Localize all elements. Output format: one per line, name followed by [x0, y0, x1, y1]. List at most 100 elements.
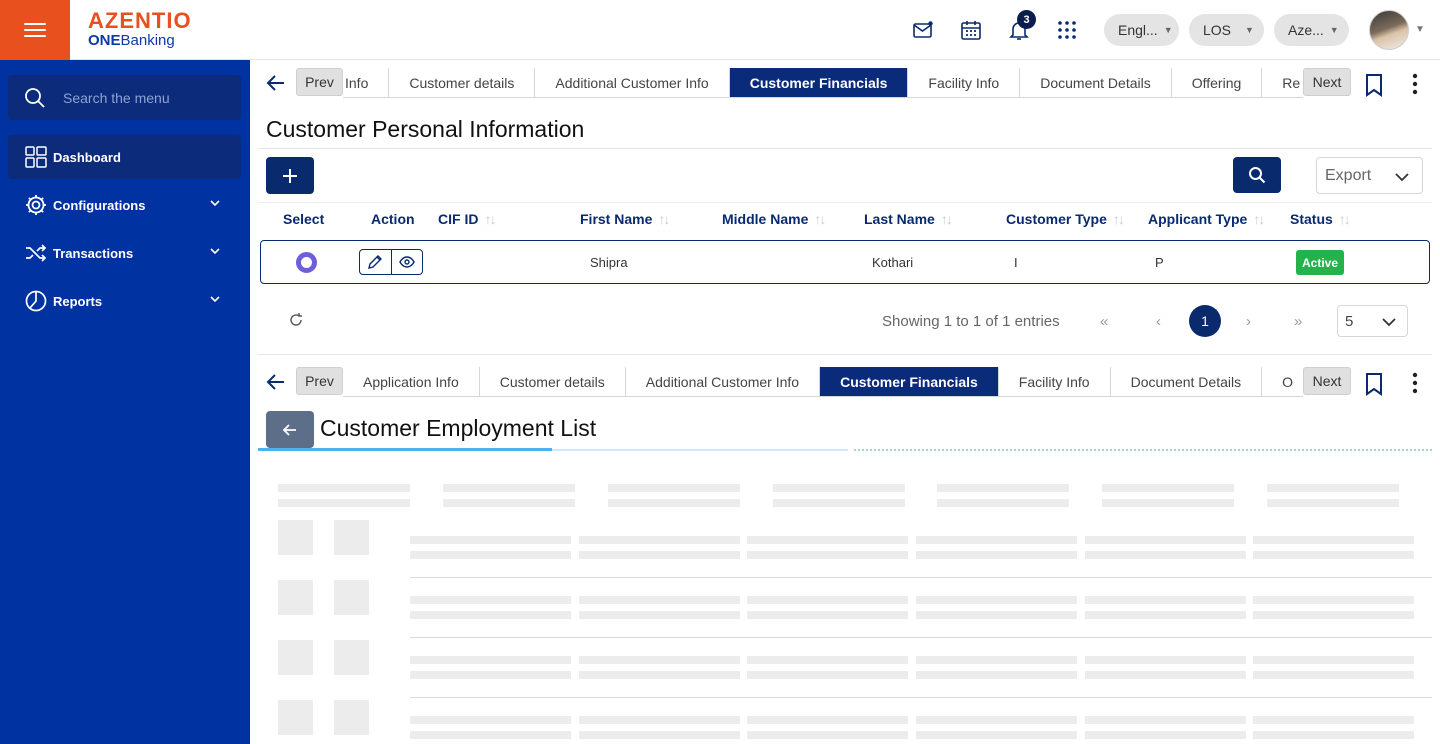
row-actions — [359, 249, 423, 275]
step-tab-bar-top: Prev Info Customer details Additional Cu… — [258, 63, 1440, 103]
tab-customer-financials[interactable]: Customer Financials — [820, 367, 999, 396]
tabs-prev-button[interactable]: Prev — [296, 367, 343, 395]
tab-offering[interactable]: O — [1262, 367, 1303, 396]
table-row[interactable]: Shipra Kothari I P Active — [260, 240, 1430, 284]
entity-select[interactable]: Aze... ▼ — [1274, 14, 1349, 46]
progress-track — [552, 449, 848, 451]
caret-down-icon: ▼ — [1329, 25, 1339, 35]
last-page-button[interactable]: » — [1294, 313, 1302, 330]
tab-document-details[interactable]: Document Details — [1020, 68, 1172, 97]
skeleton-block — [747, 596, 908, 604]
tab-info[interactable]: Info — [343, 68, 390, 97]
column-header-cif-id[interactable]: CIF ID ↑↓ — [438, 211, 496, 227]
tabs-top: Info Customer details Additional Custome… — [343, 68, 1303, 98]
pencil-icon — [368, 255, 383, 269]
sort-icon[interactable]: ↑↓ — [1339, 211, 1351, 227]
skeleton-block — [278, 580, 313, 615]
more-options-icon[interactable] — [1412, 372, 1418, 394]
sort-icon[interactable]: ↑↓ — [814, 211, 826, 227]
page-size-select[interactable]: 5 — [1337, 305, 1408, 337]
caret-down-icon: ▼ — [1163, 25, 1173, 35]
current-page-button[interactable]: 1 — [1189, 305, 1221, 337]
column-header-applicant-type[interactable]: Applicant Type ↑↓ — [1148, 211, 1265, 227]
tab-application-info[interactable]: Application Info — [343, 367, 480, 396]
skeleton-block — [916, 731, 1077, 739]
tabs-prev-button[interactable]: Prev — [296, 68, 343, 96]
hamburger-menu-button[interactable] — [0, 0, 70, 60]
more-options-icon[interactable] — [1412, 73, 1418, 95]
sidebar-item-label: Transactions — [53, 245, 134, 261]
tab-customer-details[interactable]: Customer details — [389, 68, 536, 97]
tabs-next-button[interactable]: Next — [1303, 367, 1351, 395]
skeleton-block — [1253, 536, 1414, 544]
skeleton-block — [1085, 596, 1246, 604]
tab-re[interactable]: Re — [1262, 68, 1303, 97]
sort-icon[interactable]: ↑↓ — [484, 211, 496, 227]
sidebar-item-configurations[interactable]: Configurations — [8, 183, 241, 227]
azentio-logo[interactable]: AZENTIO ONEBanking — [88, 8, 192, 49]
mail-icon[interactable] — [911, 18, 935, 42]
step-tab-bar-bottom: Prev Application Info Customer details A… — [258, 362, 1440, 402]
export-select[interactable]: Export — [1316, 157, 1423, 194]
skeleton-divider — [410, 577, 1432, 578]
hamburger-icon — [24, 21, 46, 39]
edit-button[interactable] — [360, 250, 391, 274]
table-search-button[interactable] — [1233, 157, 1281, 193]
arrow-left-icon — [282, 423, 296, 436]
pie-chart-icon — [25, 290, 47, 312]
column-header-first-name[interactable]: First Name ↑↓ — [580, 211, 670, 227]
prev-page-button[interactable]: ‹ — [1156, 313, 1161, 330]
tab-customer-details[interactable]: Customer details — [480, 367, 626, 396]
column-header-customer-type[interactable]: Customer Type ↑↓ — [1006, 211, 1125, 227]
tab-additional-customer-info[interactable]: Additional Customer Info — [626, 367, 821, 396]
first-page-button[interactable]: « — [1100, 313, 1108, 330]
apps-grid-icon[interactable] — [1055, 18, 1079, 42]
skeleton-block — [1085, 671, 1246, 679]
refresh-icon[interactable] — [288, 312, 304, 328]
tab-facility-info[interactable]: Facility Info — [999, 367, 1111, 396]
column-header-last-name[interactable]: Last Name ↑↓ — [864, 211, 953, 227]
sort-icon[interactable]: ↑↓ — [658, 211, 670, 227]
skeleton-block — [1253, 596, 1414, 604]
view-button[interactable] — [390, 250, 422, 274]
search-icon — [1249, 167, 1266, 184]
back-arrow-icon[interactable] — [264, 71, 288, 95]
tab-customer-financials[interactable]: Customer Financials — [729, 68, 909, 97]
row-select-radio[interactable] — [296, 252, 317, 273]
tab-additional-customer-info[interactable]: Additional Customer Info — [535, 68, 730, 97]
bookmark-icon[interactable] — [1364, 73, 1384, 97]
tab-offering[interactable]: Offering — [1172, 68, 1263, 97]
page-size-value: 5 — [1345, 313, 1354, 330]
sidebar-item-dashboard[interactable]: Dashboard — [8, 135, 241, 179]
skeleton-block — [278, 484, 410, 492]
next-page-button[interactable]: › — [1246, 313, 1251, 330]
tab-document-details[interactable]: Document Details — [1111, 367, 1263, 396]
bookmark-icon[interactable] — [1364, 372, 1384, 396]
sort-icon[interactable]: ↑↓ — [1253, 211, 1265, 227]
skeleton-block — [916, 596, 1077, 604]
caret-down-icon[interactable]: ▼ — [1415, 24, 1425, 35]
module-select[interactable]: LOS ▼ — [1189, 14, 1264, 46]
tab-facility-info[interactable]: Facility Info — [908, 68, 1021, 97]
menu-search-input[interactable]: Search the menu — [8, 75, 241, 120]
column-header-status[interactable]: Status ↑↓ — [1290, 211, 1351, 227]
column-header-middle-name[interactable]: Middle Name ↑↓ — [722, 211, 826, 227]
skeleton-block — [1253, 716, 1414, 724]
skeleton-block — [608, 499, 740, 507]
back-arrow-icon[interactable] — [264, 370, 288, 394]
calendar-icon[interactable] — [959, 18, 983, 42]
tabs-next-button[interactable]: Next — [1303, 68, 1351, 96]
skeleton-block — [1267, 499, 1399, 507]
skeleton-block — [1253, 671, 1414, 679]
sort-icon[interactable]: ↑↓ — [941, 211, 953, 227]
sidebar-item-transactions[interactable]: Transactions — [8, 231, 241, 275]
add-button[interactable] — [266, 157, 314, 194]
employment-back-button[interactable] — [266, 411, 314, 448]
sidebar-item-reports[interactable]: Reports — [8, 279, 241, 323]
language-select[interactable]: Engl... ▼ — [1104, 14, 1179, 46]
sort-icon[interactable]: ↑↓ — [1113, 211, 1125, 227]
user-avatar[interactable] — [1369, 10, 1409, 50]
top-bar: AZENTIO ONEBanking 3 Engl... ▼ LOS ▼ Aze..… — [0, 0, 1440, 60]
skeleton-block — [410, 671, 571, 679]
skeleton-block — [1085, 656, 1246, 664]
